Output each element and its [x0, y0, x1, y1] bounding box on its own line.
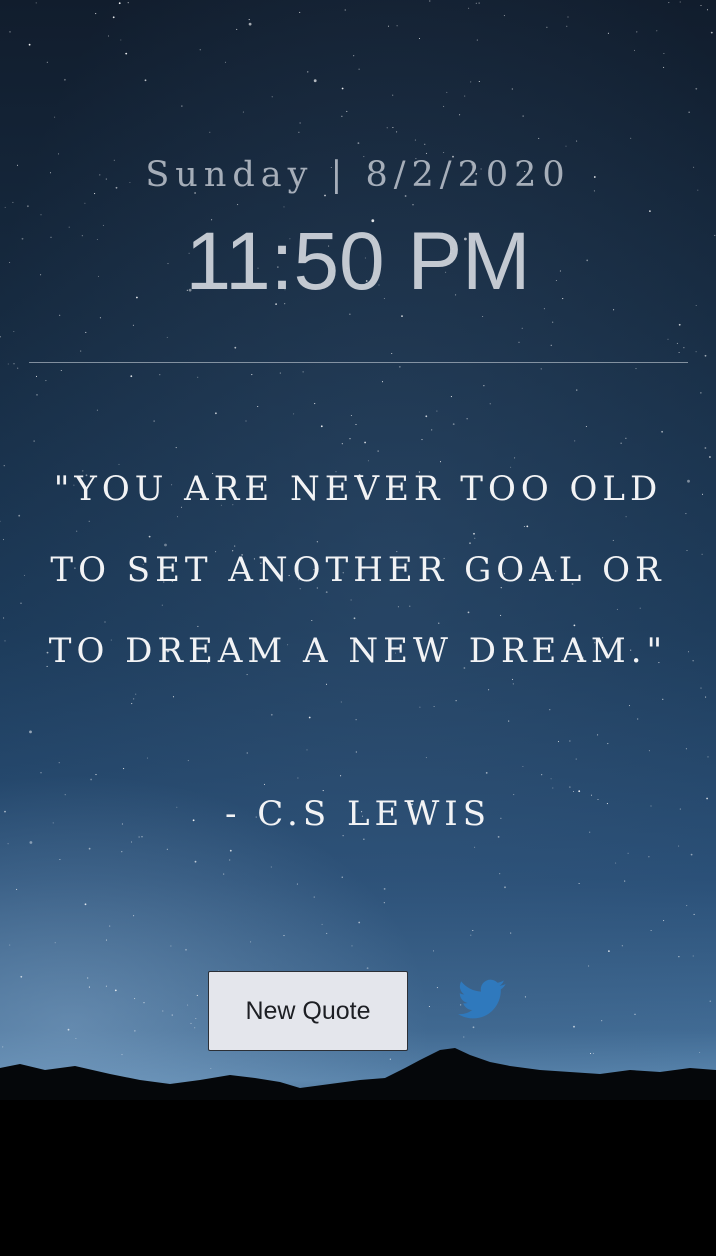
tweet-button[interactable] [455, 975, 509, 1023]
time-display: 11:50 PM [185, 216, 531, 307]
quote-author: - C.S Lewis [224, 794, 492, 834]
divider-line [29, 362, 688, 363]
twitter-icon [458, 979, 506, 1019]
new-quote-button[interactable]: New Quote [208, 971, 408, 1051]
date-display: Sunday | 8/2/2020 [145, 155, 571, 195]
quote-text: "You are never too old to set another go… [48, 469, 668, 671]
